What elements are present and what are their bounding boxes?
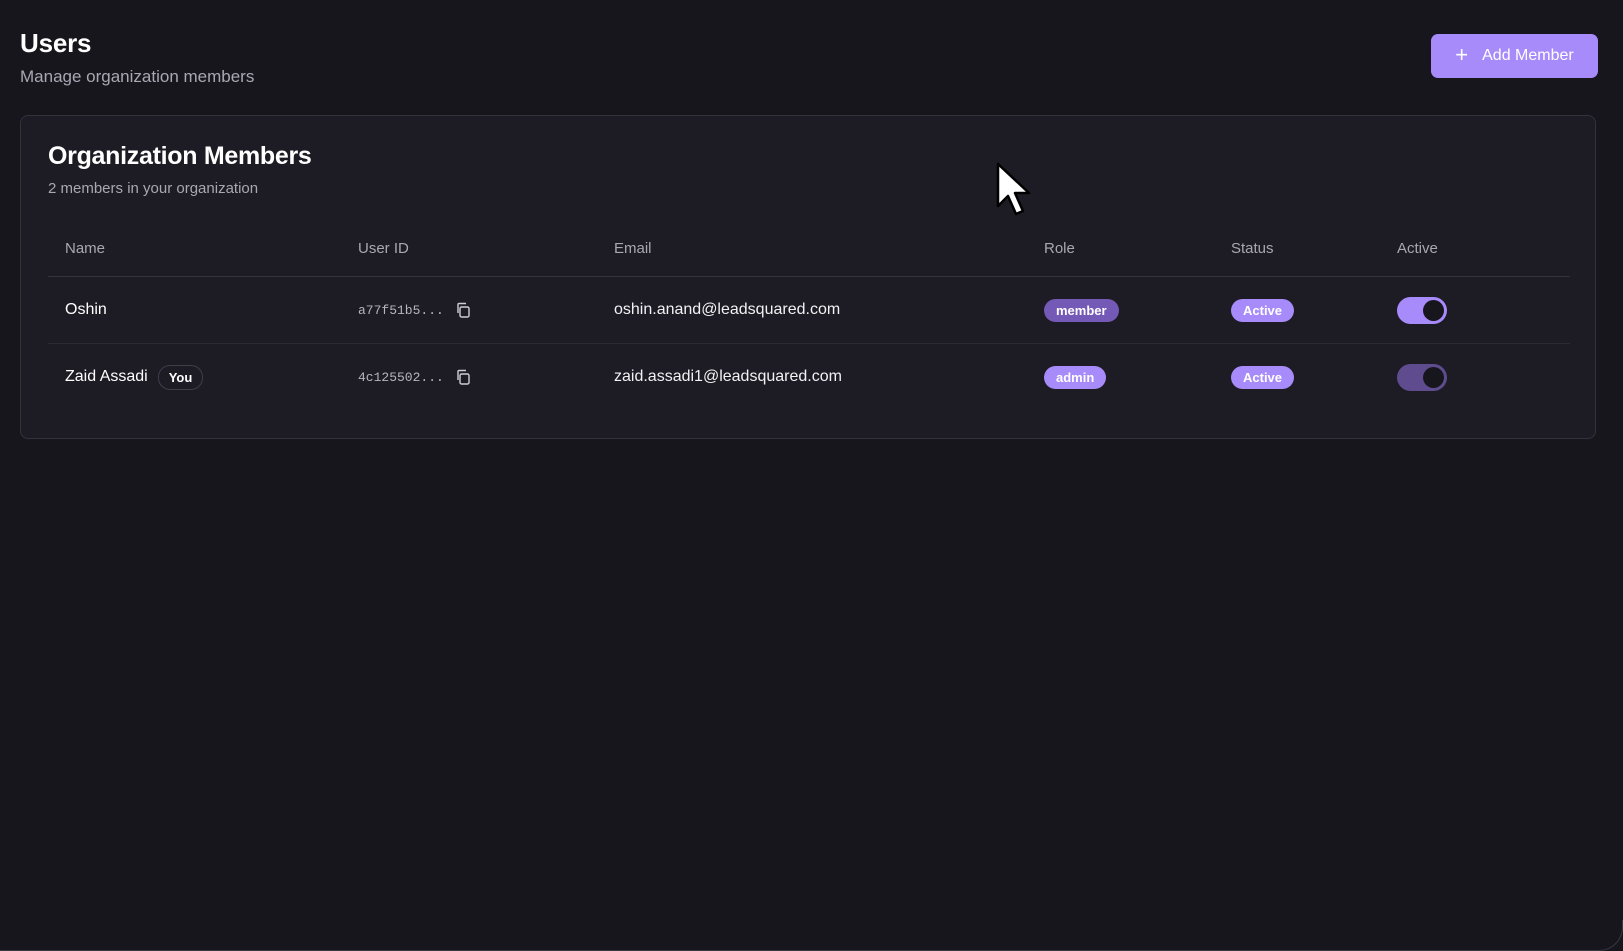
- column-header-name: Name: [65, 240, 106, 257]
- role-badge: admin: [1044, 365, 1107, 389]
- user-id-cell: a77f51b5...: [358, 277, 472, 343]
- name-cell: Oshin: [65, 277, 107, 343]
- page-title: Users: [20, 28, 92, 58]
- status-badge: Active: [1231, 365, 1295, 389]
- card-subtitle: 2 members in your organization: [48, 180, 259, 197]
- add-member-button[interactable]: + Add Member: [1431, 34, 1598, 78]
- email-cell: oshin.anand@leadsquared.com: [614, 277, 840, 343]
- active-cell: [1397, 277, 1447, 343]
- toggle-knob: [1423, 366, 1444, 388]
- email-cell: zaid.assadi1@leadsquared.com: [614, 344, 842, 410]
- page-header: Users Manage organization members + Add …: [20, 28, 1598, 90]
- role-cell: member: [1044, 277, 1119, 343]
- toggle-knob: [1423, 299, 1444, 321]
- name-cell: Zaid Assadi You: [65, 344, 204, 410]
- status-badge: Active: [1231, 298, 1295, 322]
- member-email: oshin.anand@leadsquared.com: [614, 301, 841, 318]
- table-row: Zaid Assadi You 4c125502... zaid.assadi1…: [48, 344, 1570, 410]
- active-toggle[interactable]: [1397, 363, 1447, 391]
- add-member-label: Add Member: [1482, 47, 1574, 64]
- column-header-status: Status: [1231, 240, 1274, 257]
- member-email: zaid.assadi1@leadsquared.com: [614, 368, 842, 385]
- user-id: 4c125502...: [358, 369, 444, 385]
- role-cell: admin: [1044, 344, 1107, 410]
- column-header-active: Active: [1397, 240, 1438, 257]
- member-name: Zaid Assadi: [65, 368, 148, 385]
- members-table: Name User ID Email Role Status Active Os…: [48, 226, 1570, 410]
- column-header-role: Role: [1044, 240, 1075, 257]
- table-header: Name User ID Email Role Status Active: [48, 226, 1570, 277]
- card-title: Organization Members: [48, 142, 312, 170]
- user-id: a77f51b5...: [358, 302, 444, 318]
- window-corner: [1592, 920, 1623, 951]
- active-toggle[interactable]: [1397, 296, 1447, 324]
- users-page: Users Manage organization members + Add …: [0, 0, 1623, 951]
- copy-icon[interactable]: [454, 301, 472, 319]
- column-header-email: Email: [614, 240, 652, 257]
- table-row: Oshin a77f51b5... oshin.anand@leadsquare…: [48, 277, 1570, 344]
- user-id-cell: 4c125502...: [358, 344, 472, 410]
- copy-icon[interactable]: [454, 368, 472, 386]
- role-badge: member: [1044, 298, 1119, 322]
- page-subtitle: Manage organization members: [20, 67, 255, 86]
- members-card: Organization Members 2 members in your o…: [20, 115, 1596, 439]
- plus-icon: +: [1455, 42, 1469, 67]
- column-header-user-id: User ID: [358, 240, 409, 257]
- active-cell: [1397, 344, 1447, 410]
- status-cell: Active: [1231, 277, 1295, 343]
- member-name: Oshin: [65, 301, 107, 318]
- you-badge: You: [157, 364, 204, 390]
- status-cell: Active: [1231, 344, 1295, 410]
